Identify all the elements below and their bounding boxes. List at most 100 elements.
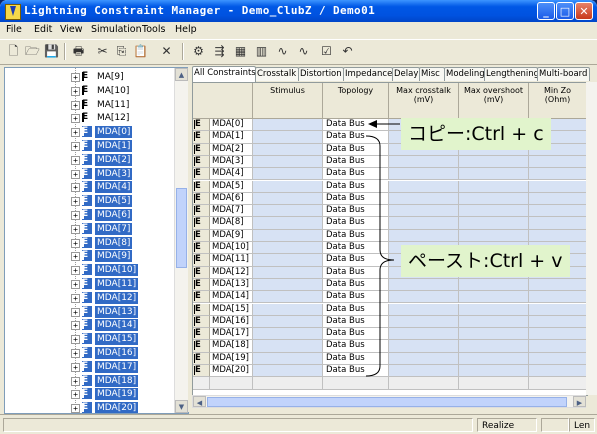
grid-horizontal-scrollbar[interactable]: ◀ ▶	[192, 395, 586, 408]
tree-item[interactable]: + E MA[9]	[5, 70, 175, 84]
tree-item[interactable]: + E MDA[12]	[5, 291, 175, 305]
value-cell[interactable]	[389, 328, 459, 341]
topology-cell[interactable]: Data Bus	[323, 192, 389, 206]
topology-cell[interactable]: Data Bus	[323, 168, 389, 181]
net-name-cell[interactable]: MDA[14]	[210, 291, 253, 304]
value-cell[interactable]	[253, 315, 323, 329]
topology-cell[interactable]: Data Bus	[323, 340, 389, 353]
topology-cell[interactable]: Data Bus	[323, 217, 389, 230]
menu-tools[interactable]: Tools	[142, 24, 165, 35]
net-name-cell[interactable]: MDA[1]	[210, 131, 253, 144]
expand-icon[interactable]: +	[71, 100, 80, 110]
value-cell[interactable]	[529, 168, 587, 181]
table-row[interactable]: E MDA[19] Data Bus	[193, 352, 587, 365]
value-cell[interactable]	[459, 340, 529, 353]
value-cell[interactable]	[253, 340, 323, 353]
cut-icon[interactable]: ✂	[94, 43, 111, 60]
value-cell[interactable]	[389, 217, 459, 230]
copy-icon[interactable]: ⎘	[113, 43, 130, 60]
value-cell[interactable]	[459, 180, 529, 193]
expand-icon[interactable]: +	[71, 349, 80, 358]
tree-item[interactable]: + E MA[10]	[5, 84, 175, 98]
tree-item[interactable]: + E MDA[14]	[5, 318, 175, 332]
value-cell[interactable]	[253, 303, 323, 316]
expand-icon[interactable]: +	[71, 224, 80, 234]
topology-cell[interactable]: Data Bus	[323, 131, 389, 144]
value-cell[interactable]	[529, 315, 587, 329]
topology-cell[interactable]: Data Bus	[323, 143, 389, 156]
topology-cell[interactable]: Data Bus	[323, 155, 389, 169]
column-header[interactable]: Max overshoot (mV)	[459, 83, 529, 119]
value-cell[interactable]	[253, 242, 323, 255]
value-cell[interactable]	[459, 229, 529, 242]
check-icon[interactable]: ☑	[318, 43, 335, 60]
value-cell[interactable]	[253, 143, 323, 156]
delete-icon[interactable]: ✕	[158, 43, 175, 60]
value-cell[interactable]	[253, 278, 323, 292]
net-name-cell[interactable]: MDA[5]	[210, 180, 253, 193]
value-cell[interactable]	[529, 352, 587, 365]
scroll-thumb[interactable]	[207, 397, 567, 407]
value-cell[interactable]	[529, 180, 587, 193]
value-cell[interactable]	[459, 205, 529, 218]
topology-cell[interactable]: Data Bus	[323, 303, 389, 316]
tree-item[interactable]: + E MDA[2]	[5, 153, 175, 167]
net-name-cell[interactable]: MDA[18]	[210, 340, 253, 353]
value-cell[interactable]	[529, 291, 587, 304]
value-cell[interactable]	[459, 168, 529, 181]
expand-icon[interactable]: +	[71, 142, 80, 151]
expand-icon[interactable]: +	[71, 169, 80, 179]
minimize-button[interactable]: _	[537, 2, 555, 20]
expand-icon[interactable]: +	[71, 307, 80, 317]
value-cell[interactable]	[389, 315, 459, 329]
menu-edit[interactable]: Edit	[34, 24, 52, 35]
net-name-cell[interactable]: MDA[17]	[210, 328, 253, 341]
tree-item[interactable]: + E MA[12]	[5, 111, 175, 125]
table-row[interactable]: E MDA[3] Data Bus	[193, 155, 587, 169]
value-cell[interactable]	[459, 155, 529, 169]
value-cell[interactable]	[459, 291, 529, 304]
value-cell[interactable]	[253, 229, 323, 242]
route-icon[interactable]: ⇶	[211, 43, 228, 60]
tree-item[interactable]: + E MDA[20]	[5, 401, 175, 413]
tree-item[interactable]: + E MDA[3]	[5, 167, 175, 181]
expand-icon[interactable]: +	[71, 114, 80, 124]
topology-cell[interactable]: Data Bus	[323, 266, 389, 279]
tree-item[interactable]: + E MDA[8]	[5, 236, 175, 250]
value-cell[interactable]	[389, 229, 459, 242]
expand-icon[interactable]: +	[71, 376, 80, 386]
value-cell[interactable]	[529, 229, 587, 242]
column-header[interactable]: Max crosstalk (mV)	[389, 83, 459, 119]
value-cell[interactable]	[459, 217, 529, 230]
topology-cell[interactable]: Data Bus	[323, 291, 389, 304]
tree-item[interactable]: + E MDA[7]	[5, 222, 175, 236]
value-cell[interactable]	[389, 352, 459, 365]
table-row[interactable]: E MDA[20] Data Bus	[193, 365, 587, 378]
value-cell[interactable]	[459, 365, 529, 378]
topology-cell[interactable]: Data Bus	[323, 365, 389, 378]
net-name-cell[interactable]: MDA[11]	[210, 254, 253, 267]
value-cell[interactable]	[529, 278, 587, 292]
print-icon[interactable]: 🖶	[70, 43, 87, 60]
topology-cell[interactable]: Data Bus	[323, 205, 389, 218]
net-name-cell[interactable]: MDA[20]	[210, 365, 253, 378]
tree-item[interactable]: + E MDA[5]	[5, 194, 175, 208]
value-cell[interactable]	[459, 278, 529, 292]
table-row[interactable]: E MDA[4] Data Bus	[193, 168, 587, 181]
net-name-cell[interactable]: MDA[16]	[210, 315, 253, 329]
expand-icon[interactable]: +	[71, 293, 80, 303]
net-name-cell[interactable]: MDA[4]	[210, 168, 253, 181]
table-row[interactable]: E MDA[14] Data Bus	[193, 291, 587, 304]
table-row[interactable]: E MDA[15] Data Bus	[193, 303, 587, 316]
scroll-up-icon[interactable]: ▲	[175, 68, 188, 81]
tab-misc[interactable]: Misc	[419, 67, 445, 81]
table-row[interactable]: E MDA[13] Data Bus	[193, 278, 587, 292]
table-row[interactable]: E MDA[18] Data Bus	[193, 340, 587, 353]
paste-icon[interactable]: 📋	[132, 43, 149, 60]
tree-item[interactable]: + E MDA[16]	[5, 346, 175, 360]
value-cell[interactable]	[389, 365, 459, 378]
topology-cell[interactable]: Data Bus	[323, 328, 389, 341]
open-folder-icon[interactable]: 🗁	[24, 43, 41, 60]
menu-view[interactable]: View	[60, 24, 83, 35]
tab-delay[interactable]: Delay	[392, 67, 420, 81]
